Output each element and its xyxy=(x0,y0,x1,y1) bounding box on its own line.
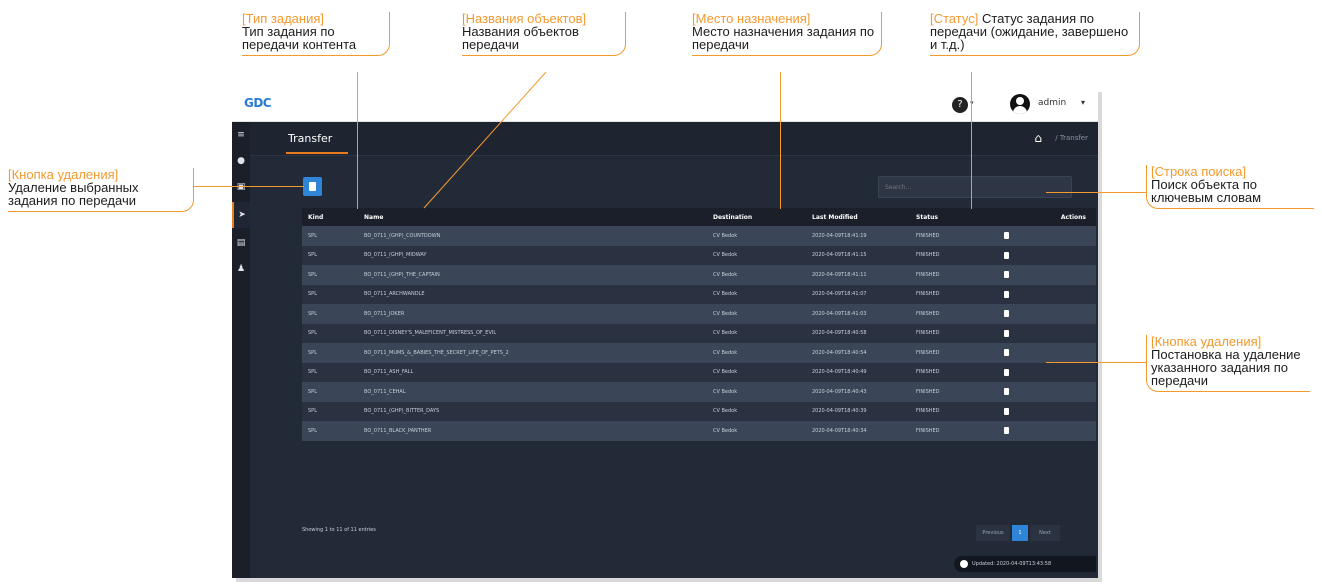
callout-delete-selected: [Кнопка удаления] Удаление выбранных зад… xyxy=(8,168,194,212)
leader-lines-svg xyxy=(423,71,547,209)
leader-line-names xyxy=(423,71,547,209)
annotated-screenshot: GDC ? ▾ admin ▾ ≡ ● ▣ ➤ ▤ ♟ Transfer ⌂ /… xyxy=(0,0,1322,585)
callout-search: [Строка поиска] Поиск объекта по ключевы… xyxy=(1146,165,1314,209)
leader-line-delete-row xyxy=(1046,362,1146,363)
leader-line-status xyxy=(971,72,972,209)
callout-delete-row: [Кнопка удаления] Постановка на удаление… xyxy=(1146,335,1310,392)
callout-delete-selected-text: Удаление выбранных задания по передачи xyxy=(8,180,139,208)
callout-search-text: Поиск объекта по ключевым словам xyxy=(1151,177,1262,205)
leader-line-search xyxy=(1046,192,1146,193)
callout-status-body: [Статус] Статус задания по передачи (ожи… xyxy=(930,12,1135,51)
leader-line-destination xyxy=(780,72,781,209)
callout-status: [Статус] Статус задания по передачи (ожи… xyxy=(930,12,1140,56)
callout-destination-text: Место назначения задания по передачи xyxy=(692,24,875,52)
callout-delete-row-text: Постановка на удаление указанного задани… xyxy=(1151,347,1301,388)
leader-line-delete-selected xyxy=(194,186,304,187)
callout-destination: [Место назначения] Место назначения зада… xyxy=(692,12,882,56)
